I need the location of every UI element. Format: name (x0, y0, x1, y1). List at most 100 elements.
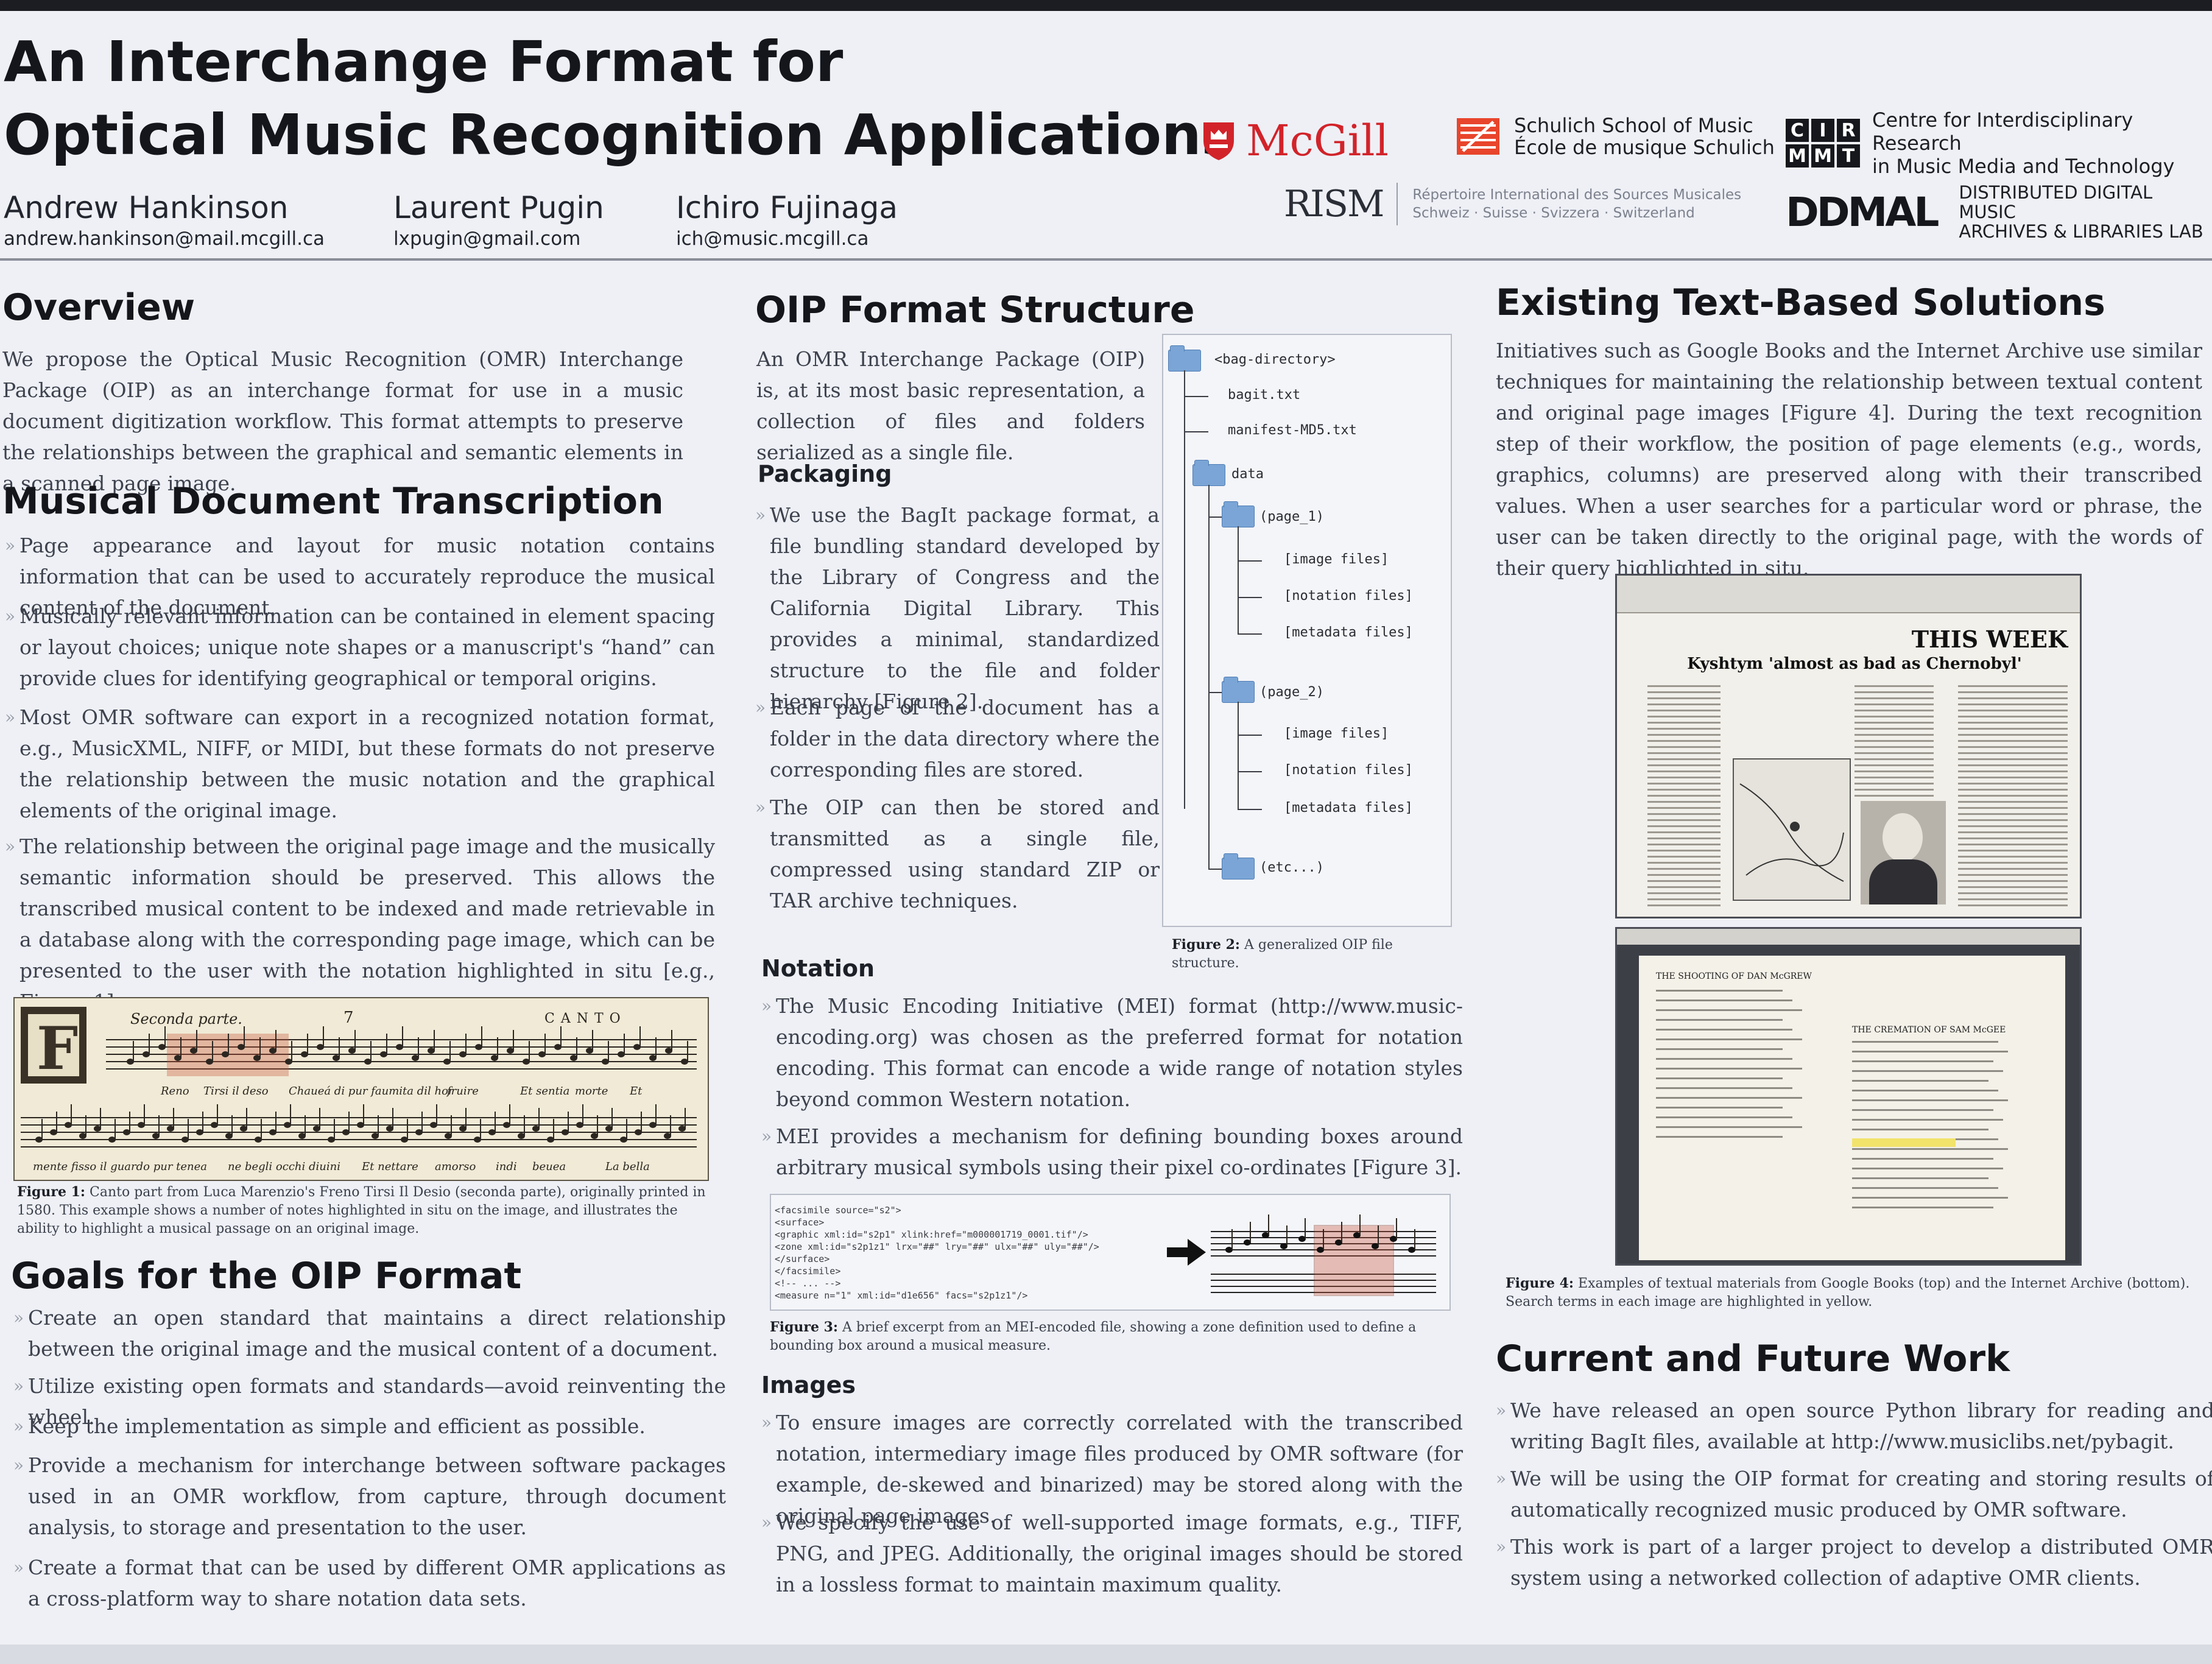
code-line: </surface> (775, 1253, 830, 1264)
author-email: andrew.hankinson@mail.mcgill.ca (4, 228, 325, 250)
text-line (1647, 746, 1721, 748)
images-heading: Images (761, 1372, 856, 1398)
text-line (1656, 1058, 1792, 1060)
text-line (1852, 1070, 2003, 1072)
viewer-toolbar (1617, 929, 2080, 945)
schulich-line-2: École de musique Schulich (1514, 136, 1775, 159)
text-line (1958, 697, 2068, 699)
text-line (1647, 880, 1721, 882)
text-line (1958, 886, 2068, 888)
text-line (1656, 1019, 1783, 1021)
packaging-heading: Packaging (758, 460, 892, 487)
figure-1-caption: Figure 1: Canto part from Luca Marenzio'… (17, 1183, 706, 1238)
cirmmt-line-1: Centre for Interdisciplinary Research (1872, 108, 2133, 155)
text-line (1647, 710, 1721, 711)
search-highlight (1852, 1138, 1956, 1147)
text-line (1854, 770, 1934, 772)
text-line (1647, 862, 1721, 864)
text-line (1958, 734, 2068, 736)
text-line (1852, 1187, 1998, 1189)
poster-title-line-2: Optical Music Recognition Applications (4, 102, 1235, 167)
text-line (1647, 813, 1721, 815)
text-line (1647, 886, 1721, 888)
figure-1-part-label: Seconda parte. (130, 1010, 242, 1028)
figure-3-caption-text: A brief excerpt from an MEI-encoded file… (770, 1320, 1417, 1353)
tree-metadata-files: [metadata files] (1284, 625, 1413, 640)
tree-line (1208, 485, 1210, 869)
text-line (1854, 728, 1934, 730)
text-line (1958, 880, 2068, 882)
figure-3-mei-excerpt: <facsimile source="s2"> <surface> <graph… (770, 1194, 1451, 1311)
text-line (1647, 783, 1721, 784)
music-staff-graphic: F Seconda parte. 7 CANTO Reno Tirsi il d… (21, 1007, 697, 1173)
bottom-frame (0, 1645, 2212, 1664)
lyric: Chaueá di pur faumita dil hor (289, 1085, 454, 1098)
gb-subhead: Kyshtym 'almost as bad as Chernobyl' (1687, 655, 2022, 673)
packaging-bullet-3: The OIP can then be stored and transmitt… (755, 792, 1160, 916)
tree-line (1238, 526, 1239, 635)
text-line (1958, 898, 2068, 900)
text-line (1958, 783, 2068, 784)
text-line (1854, 685, 1934, 687)
figure-3-caption: Figure 3: A brief excerpt from an MEI-en… (770, 1318, 1454, 1355)
text-line (1647, 868, 1721, 870)
text-line (1958, 764, 2068, 766)
schulich-line-1: Schulich School of Music (1514, 114, 1753, 137)
poster-title-line-1: An Interchange Format for (4, 29, 844, 94)
tree-line (1208, 692, 1222, 693)
text-line (1958, 789, 2068, 791)
lyric: Et nettare (361, 1160, 418, 1173)
figure-3-caption-label: Figure 3: (770, 1319, 839, 1335)
ddmal-logo: DDMAL DISTRIBUTED DIGITAL MUSIC ARCHIVES… (1786, 183, 2212, 241)
author-name: Ichiro Fujinaga (676, 190, 898, 225)
figure-1-caption-label: Figure 1: (17, 1184, 86, 1200)
transcription-bullet-4: The relationship between the original pa… (5, 831, 715, 1017)
text-line (1647, 789, 1721, 791)
lyric: morte (575, 1085, 608, 1098)
future-bullet-2: We will be using the OIP format for crea… (1496, 1463, 2212, 1525)
text-line (1647, 728, 1721, 730)
schulich-logo: Schulich School of Music École de musiqu… (1457, 115, 1775, 158)
text-line (1958, 807, 2068, 809)
cirmmt-letter: M (1811, 144, 1834, 167)
text-line (1958, 825, 2068, 827)
text-line (1647, 819, 1721, 821)
text-line (1852, 1158, 1993, 1160)
author-name: Andrew Hankinson (4, 190, 289, 225)
text-line (1852, 1148, 2008, 1150)
goals-heading: Goals for the OIP Format (11, 1255, 522, 1297)
author-email: lxpugin@gmail.com (393, 228, 581, 250)
rism-mark: RISM (1284, 183, 1398, 225)
existing-heading: Existing Text-Based Solutions (1496, 281, 2105, 324)
author-pugin: Laurent Pugin lxpugin@gmail.com (393, 190, 604, 250)
cirmmt-line-2: in Music Media and Technology (1872, 155, 2175, 178)
rism-line-2: Schweiz · Suisse · Svizzera · Switzerlan… (1412, 205, 1695, 221)
code-line: <surface> (775, 1217, 825, 1228)
cirmmt-mark: C I R M M T (1786, 119, 1860, 167)
lyric: Et sentia (520, 1085, 569, 1098)
schulich-mark-icon (1457, 118, 1499, 155)
gb-headline: THIS WEEK (1911, 626, 2068, 653)
text-line (1958, 868, 2068, 870)
text-line (1656, 1116, 1792, 1118)
author-email: ich@music.mcgill.ca (676, 228, 869, 250)
goals-bullet-5: Create a format that can be used by diff… (13, 1552, 726, 1614)
notation-bullet-2: MEI provides a mechanism for defining bo… (761, 1121, 1463, 1183)
lyric: beuea (532, 1160, 566, 1173)
text-line (1854, 722, 1934, 724)
figure-3-music-measure (1211, 1215, 1436, 1296)
notation-bullet-1: The Music Encoding Initiative (MEI) form… (761, 990, 1463, 1115)
text-line (1852, 1041, 1998, 1043)
goals-bullet-4: Provide a mechanism for interchange betw… (13, 1450, 726, 1543)
text-line (1656, 999, 1792, 1001)
text-line (1647, 691, 1721, 693)
folder-icon (1222, 501, 1255, 527)
text-line (1958, 819, 2068, 821)
cirmmt-wordmark: Centre for Interdisciplinary Research in… (1872, 108, 2212, 178)
text-line (1647, 722, 1721, 724)
text-line (1647, 777, 1721, 778)
text-line (1656, 1009, 1802, 1011)
lyric: mente fisso il guardo pur tenea (33, 1160, 207, 1173)
text-line (1958, 813, 2068, 815)
tree-image-files: [image files] (1284, 726, 1389, 741)
